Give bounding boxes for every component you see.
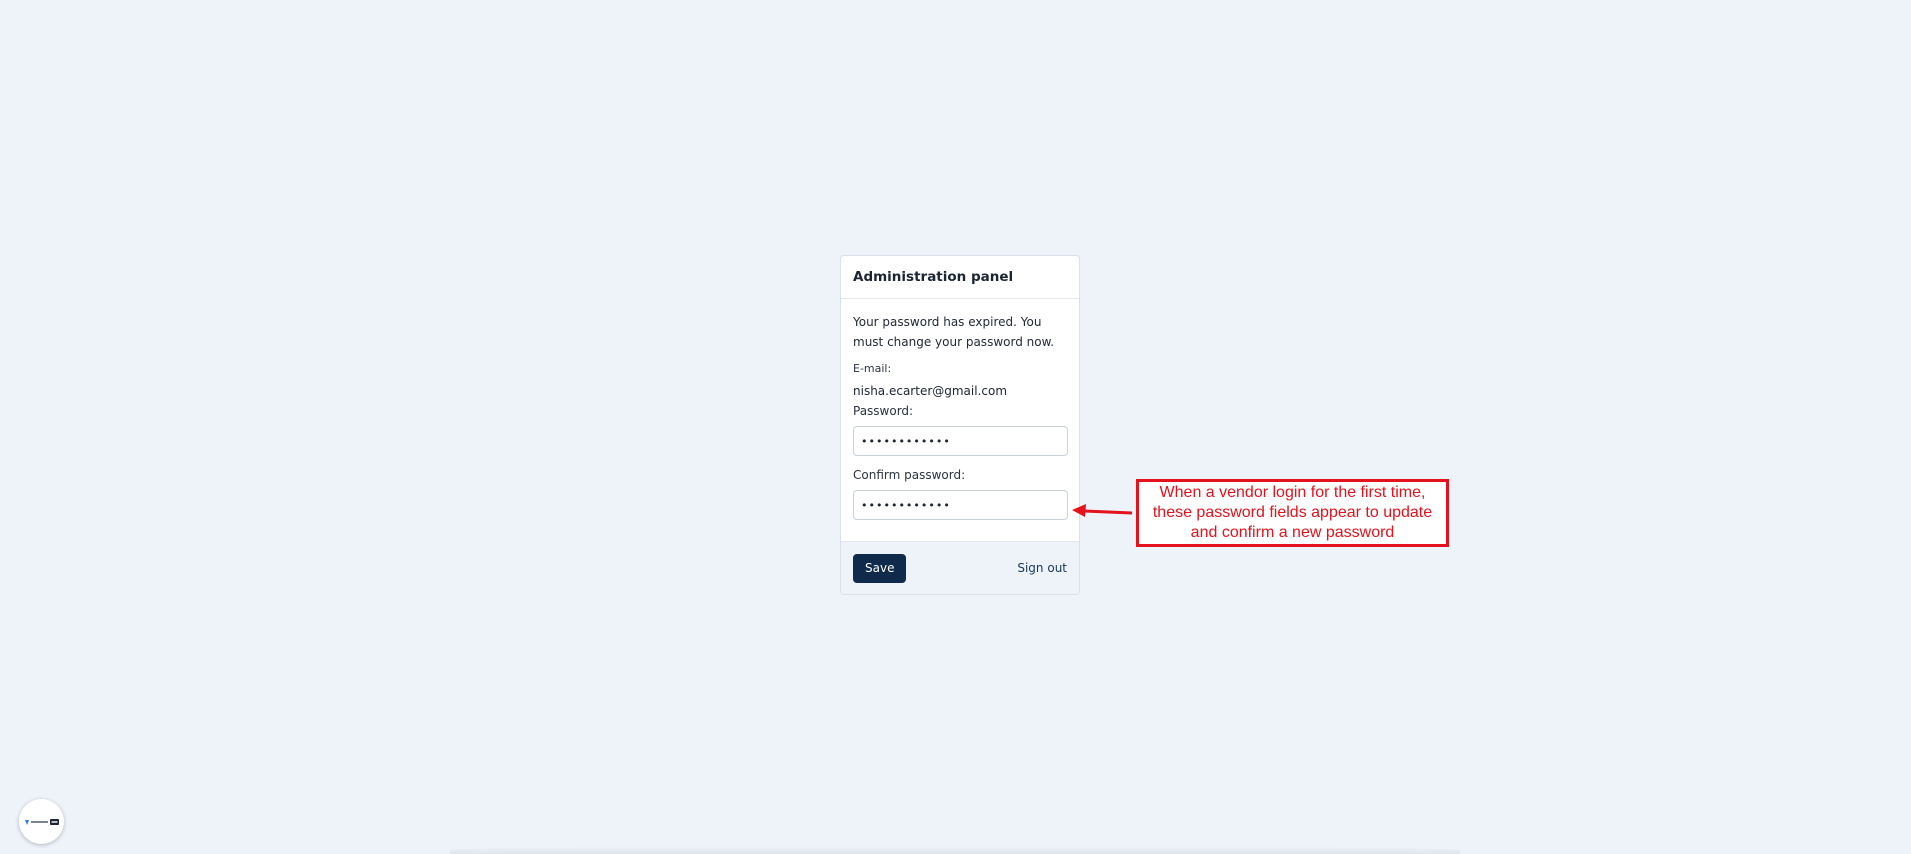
email-value: nisha.ecarter@gmail.com: [853, 384, 1008, 398]
password-label: Password:: [853, 404, 914, 418]
password-expired-notice: Your password has expired. You must chan…: [853, 315, 1055, 349]
card-header: Administration panel: [841, 256, 1079, 299]
annotation-arrow-icon: [1072, 504, 1133, 517]
save-button[interactable]: Save: [853, 553, 907, 583]
annotation-callout: When a vendor login for the first time, …: [1136, 479, 1449, 547]
card-body: Your password has expired. You must chan…: [841, 299, 1079, 520]
bottom-edge-shadow: [450, 846, 1460, 854]
app-logo-icon: [24, 818, 59, 825]
confirm-password-input[interactable]: [853, 490, 1068, 520]
admin-panel-card: Administration panel Your password has e…: [840, 255, 1080, 595]
confirm-password-label: Confirm password:: [853, 468, 966, 482]
email-label: E-mail:: [853, 362, 892, 375]
sign-out-link[interactable]: Sign out: [1017, 561, 1067, 575]
card-footer: Save Sign out: [841, 541, 1079, 594]
page-title: Administration panel: [853, 269, 1014, 285]
annotation-text: When a vendor login for the first time, …: [1152, 484, 1433, 541]
help-widget-button[interactable]: [19, 799, 64, 844]
page: Administration panel Your password has e…: [0, 0, 1911, 854]
password-input[interactable]: [853, 426, 1068, 456]
